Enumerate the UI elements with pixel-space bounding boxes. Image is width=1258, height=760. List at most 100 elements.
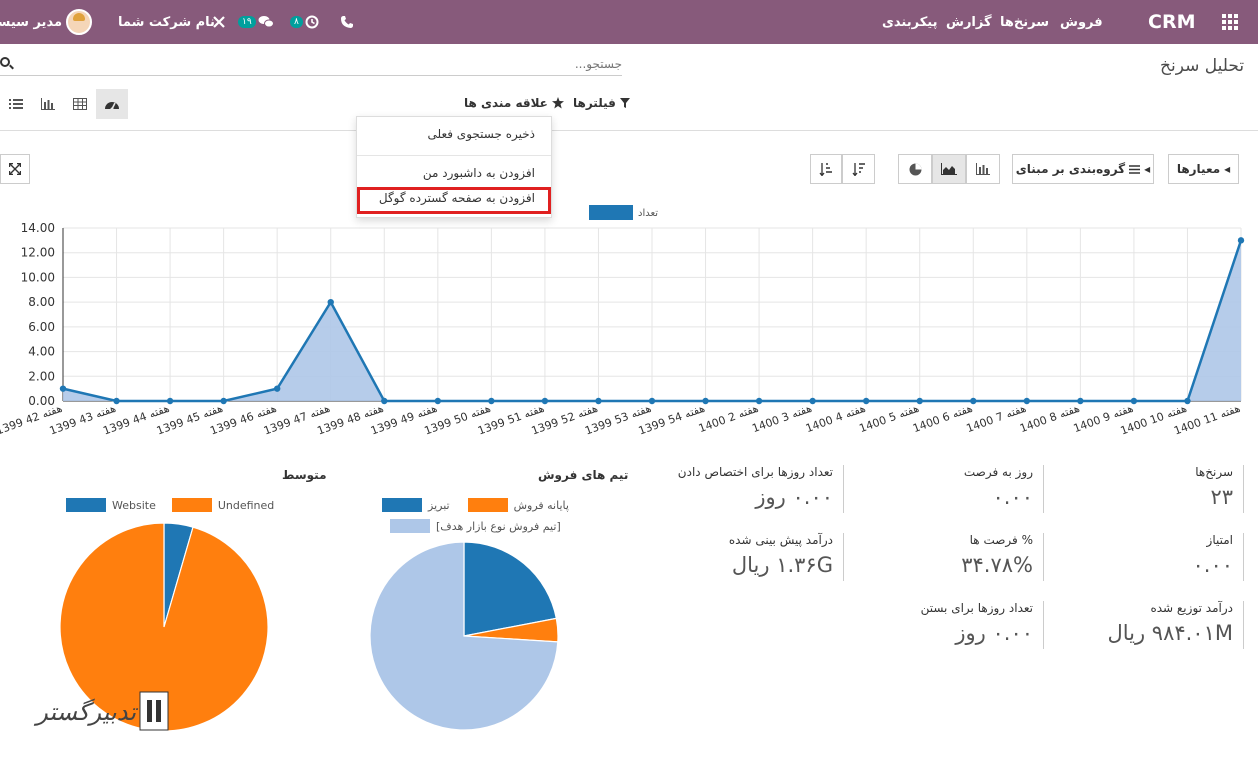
data-point[interactable]	[327, 298, 334, 306]
x-tick-label: 1400 2 هفته	[697, 402, 760, 436]
kpi-prorated-revenue[interactable]: درآمد توزیع شده ۹۸۴.۰۱M ریال	[1046, 601, 1244, 649]
menu-report[interactable]: گزارش	[946, 0, 992, 44]
user-name: مدیر سیستم	[0, 14, 62, 30]
list-view-button[interactable]	[0, 89, 32, 119]
data-point[interactable]	[1130, 397, 1138, 405]
kpi-label: تعداد روزها برای بستن	[920, 601, 1033, 615]
data-point[interactable]	[1237, 237, 1245, 244]
filters-button[interactable]: فیلترها	[573, 96, 630, 110]
data-point[interactable]	[220, 397, 227, 405]
data-point[interactable]	[1184, 397, 1191, 405]
data-point[interactable]	[702, 397, 709, 405]
dashboard-view-button[interactable]	[96, 89, 128, 119]
line-chart-mode-button[interactable]	[932, 154, 966, 184]
legend-label[interactable]: [تیم فروش نوع بازار هدف]	[436, 520, 561, 533]
legend-swatch	[589, 205, 633, 220]
data-point[interactable]	[59, 385, 67, 392]
kpi-score[interactable]: امتیاز ۰.۰۰	[1046, 533, 1244, 581]
legend-label[interactable]: تعداد	[638, 208, 658, 219]
bar-chart-icon	[976, 163, 990, 175]
pie-chart-icon	[909, 163, 921, 175]
data-point[interactable]	[595, 397, 602, 405]
activity-menu[interactable]: ۸	[290, 0, 319, 44]
area-chart-icon	[941, 163, 957, 175]
lead-count-chart: تعداد0.002.004.006.008.0010.0012.0014.00…	[0, 205, 1245, 438]
data-point[interactable]	[755, 397, 763, 405]
y-tick-label: 2.00	[28, 369, 55, 383]
data-point[interactable]	[166, 397, 174, 405]
legend-swatch	[382, 498, 422, 512]
app-brand[interactable]: CRM	[1148, 0, 1195, 44]
user-menu[interactable]: مدیر سیستم	[0, 0, 92, 44]
table-icon	[73, 98, 87, 110]
apps-grid-icon[interactable]	[1222, 0, 1246, 44]
x-tick-label: 1400 7 هفته	[965, 402, 1028, 436]
data-point[interactable]	[809, 397, 816, 405]
bars-icon	[1129, 164, 1141, 174]
kpi-opportunity-percent[interactable]: % فرصت ها ۳۴.۷۸%	[846, 533, 1044, 581]
add-to-dashboard-item[interactable]: افزودن به داشبورد من	[423, 166, 535, 180]
kpi-value: ۰.۰۰	[992, 485, 1033, 509]
watermark-logo: تدبیرگستر	[33, 691, 169, 731]
kpi-label: % فرصت ها	[969, 533, 1033, 547]
legend-swatch	[171, 498, 212, 512]
page-title: تحلیل سرنخ	[1160, 56, 1245, 76]
menu-leads[interactable]: سرنخ‌ها	[1000, 0, 1049, 44]
kpi-days-to-opportunity[interactable]: روز به فرصت ۰.۰۰	[846, 465, 1044, 513]
watermark-text: تدبیرگستر	[33, 698, 138, 726]
kpi-value: ۰.۰۰	[1192, 553, 1233, 577]
data-point[interactable]	[541, 397, 549, 405]
graph-view-button[interactable]	[32, 89, 64, 119]
data-point[interactable]	[381, 397, 388, 405]
save-current-search-item[interactable]: ذخیره جستجوی فعلی	[427, 127, 535, 141]
control-panel-divider	[0, 130, 1258, 131]
legend-label[interactable]: Undefined	[218, 499, 274, 512]
data-point[interactable]	[970, 397, 977, 405]
search-input[interactable]	[22, 54, 622, 74]
data-point[interactable]	[1023, 397, 1031, 405]
kpi-days-to-assign[interactable]: تعداد روزها برای اختصاص دادن ۰.۰۰ روز	[646, 465, 844, 513]
menu-config[interactable]: پیکربندی	[882, 0, 937, 44]
data-point[interactable]	[862, 397, 870, 405]
kpi-expected-revenue[interactable]: درآمد پیش بینی شده ۱.۳۶G ریال	[646, 533, 844, 581]
avatar	[66, 9, 92, 35]
data-point[interactable]	[488, 397, 495, 405]
data-point[interactable]	[434, 397, 442, 405]
legend-label[interactable]: پایانه فروش	[514, 499, 569, 512]
sort-descending-button[interactable]	[842, 154, 875, 184]
menu-sales[interactable]: فروش	[1060, 0, 1103, 44]
medium-pie-title: متوسط	[282, 468, 327, 482]
data-point[interactable]	[648, 397, 656, 405]
favorites-button[interactable]: علاقه مندی ها	[464, 96, 564, 110]
phone-icon[interactable]	[340, 0, 354, 44]
data-point[interactable]	[1077, 397, 1084, 405]
search-icon[interactable]	[0, 57, 10, 67]
x-tick-label: 1400 6 هفته	[911, 402, 974, 436]
y-tick-label: 6.00	[28, 320, 55, 334]
data-point[interactable]	[113, 397, 120, 405]
kpi-value: ۰.۰۰ روز	[955, 621, 1033, 645]
legend-label[interactable]: تبریز	[428, 499, 450, 512]
company-switcher[interactable]: نام شرکت شما	[118, 0, 215, 44]
pie-chart-mode-button[interactable]	[898, 154, 932, 184]
fullscreen-button[interactable]	[0, 154, 30, 184]
messaging-menu[interactable]: ۱۹	[238, 0, 274, 44]
dashboard-icon	[105, 102, 119, 111]
legend-swatch	[66, 498, 106, 512]
group-by-button[interactable]: گروه‌بندی بر مبنای ◂	[1012, 154, 1154, 184]
kpi-leads[interactable]: سرنخ‌ها ۲۳	[1046, 465, 1244, 513]
bar-chart-mode-button[interactable]	[966, 154, 1000, 184]
kpi-days-to-close[interactable]: تعداد روزها برای بستن ۰.۰۰ روز	[846, 601, 1044, 649]
legend-label[interactable]: Website	[112, 499, 156, 512]
data-point[interactable]	[273, 385, 281, 392]
sort-ascending-button[interactable]	[810, 154, 842, 184]
star-icon	[551, 97, 564, 109]
kpi-value: ۱.۳۶G ریال	[731, 553, 833, 577]
y-tick-label: 4.00	[28, 345, 55, 359]
y-tick-label: 12.00	[21, 246, 55, 260]
measures-button[interactable]: معیارها ◂	[1168, 154, 1239, 184]
y-tick-label: 8.00	[28, 295, 55, 309]
data-point[interactable]	[916, 397, 923, 405]
search-bar	[0, 54, 622, 76]
pivot-view-button[interactable]	[64, 89, 96, 119]
